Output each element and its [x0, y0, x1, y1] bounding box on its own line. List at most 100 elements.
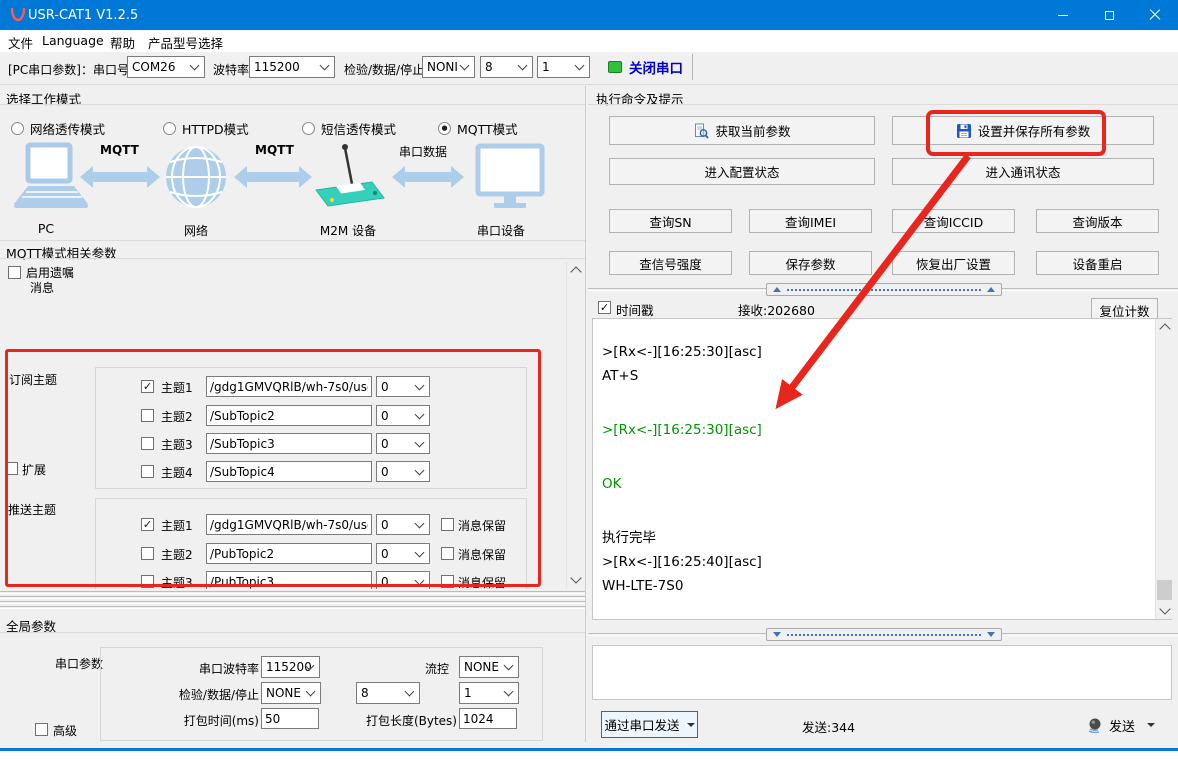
com-port-select[interactable]: COM26: [127, 56, 205, 78]
set-save-all-params-button[interactable]: 设置并保存所有参数: [892, 116, 1154, 145]
chevron-down-icon: [1158, 603, 1171, 615]
pub-topic3-retain-checkbox[interactable]: [441, 575, 454, 588]
global-baud-select[interactable]: 115200: [261, 656, 320, 678]
double-arrow-icon: [80, 166, 464, 188]
extend-label: 扩展: [22, 463, 47, 477]
mqtt-params-scrollbar[interactable]: [566, 262, 584, 588]
send-input-area[interactable]: [592, 645, 1172, 700]
global-stop-bits-select[interactable]: 1: [459, 682, 519, 704]
node-label-serial-device: 串口设备: [476, 224, 525, 238]
sub-topic2-input[interactable]: [206, 405, 372, 426]
data-bits-select[interactable]: 8: [480, 56, 533, 78]
pub-topic-row: ✓ 主题1 0 消息保留: [96, 514, 526, 535]
factory-reset-button[interactable]: 恢复出厂设置: [892, 251, 1015, 275]
sub-topic4-input[interactable]: [206, 461, 372, 482]
caret-down-icon: [1147, 723, 1156, 727]
baud-rate-select[interactable]: 115200: [249, 56, 335, 78]
parity-select[interactable]: NONI: [422, 56, 475, 78]
network-globe-icon: [166, 146, 226, 208]
enter-comm-state-button[interactable]: 进入通讯状态: [892, 158, 1154, 185]
scroll-down-button[interactable]: [567, 571, 584, 588]
subscribe-topic-label: 订阅主题: [9, 373, 58, 387]
sub-topic1-qos-select[interactable]: 0: [376, 376, 430, 397]
radio-icon: [11, 122, 24, 135]
sub-topic3-input[interactable]: [206, 433, 372, 454]
close-port-button[interactable]: 关闭串口: [608, 56, 683, 78]
sub-topic1-input[interactable]: [206, 376, 372, 397]
menu-item-language[interactable]: Language: [42, 33, 104, 48]
pub-topic3-qos-select[interactable]: 0: [376, 571, 430, 589]
pub-topic1-qos-select[interactable]: 0: [376, 514, 430, 535]
pub-topic2-retain-checkbox[interactable]: [441, 547, 454, 560]
sub-topic4-checkbox[interactable]: [141, 465, 154, 478]
query-sn-button[interactable]: 查询SN: [609, 209, 732, 233]
timestamp-checkbox[interactable]: ✓: [598, 301, 611, 314]
menu-item-product-model[interactable]: 产品型号选择: [148, 33, 223, 52]
radio-net-transparent-mode[interactable]: 网络透传模式: [11, 119, 105, 138]
sub-topic3-checkbox[interactable]: [141, 437, 154, 450]
right-splitter-bottom[interactable]: [766, 628, 1002, 641]
scroll-up-button[interactable]: [567, 262, 584, 279]
port-open-led-icon: [608, 61, 622, 73]
extend-checkbox[interactable]: [5, 462, 18, 475]
right-splitter-top[interactable]: [766, 283, 1002, 296]
diagram-bottom-line: [0, 240, 585, 241]
pub-topic2-input[interactable]: [206, 543, 372, 564]
query-signal-button[interactable]: 查信号强度: [609, 251, 732, 275]
pack-length-input[interactable]: [459, 708, 517, 729]
enter-config-state-button[interactable]: 进入配置状态: [609, 158, 875, 185]
sub-topic2-qos-select[interactable]: 0: [376, 405, 430, 426]
pack-time-label: 打包时间(ms): [183, 714, 259, 728]
device-restart-button[interactable]: 设备重启: [1036, 251, 1159, 275]
flow-control-label: 流控: [424, 662, 449, 676]
send-button[interactable]: 发送: [1087, 713, 1172, 737]
left-splitter[interactable]: [0, 591, 585, 609]
maximize-button[interactable]: [1086, 0, 1132, 30]
pub-topic1-retain-checkbox[interactable]: [441, 518, 454, 531]
pub-topic2-qos-select[interactable]: 0: [376, 543, 430, 564]
stop-bits-select[interactable]: 1: [537, 56, 590, 78]
send-via-serial-button[interactable]: 通过串口发送: [601, 711, 698, 738]
sub-topic-row: ✓ 主题1 0: [96, 376, 528, 397]
query-version-button[interactable]: 查询版本: [1036, 209, 1159, 233]
log-scrollbar[interactable]: [1155, 319, 1173, 619]
save-params-button[interactable]: 保存参数: [749, 251, 872, 275]
log-output-area[interactable]: >[Rx<-][16:25:30][asc] AT+S >[Rx<-][16:2…: [592, 318, 1172, 620]
scroll-up-button[interactable]: [1156, 319, 1173, 336]
send-count: 发送:344: [802, 720, 856, 735]
global-parity-select[interactable]: NONE: [261, 682, 321, 704]
pub-topic2-checkbox[interactable]: [141, 547, 154, 560]
sub-topic4-qos-select[interactable]: 0: [376, 461, 430, 482]
close-icon: [1149, 9, 1161, 21]
radio-mqtt-mode[interactable]: ● MQTT模式: [438, 119, 518, 138]
will-message-checkbox[interactable]: [8, 266, 21, 279]
pack-time-input[interactable]: [261, 708, 319, 729]
flow-control-select[interactable]: NONE: [459, 656, 519, 678]
query-imei-button[interactable]: 查询IMEI: [749, 209, 872, 233]
minimize-button[interactable]: [1040, 0, 1086, 30]
pub-topic1-input[interactable]: [206, 514, 372, 535]
sub-topic1-checkbox[interactable]: ✓: [141, 380, 154, 393]
pub-topic3-checkbox[interactable]: [141, 575, 154, 588]
splitter-arrow-down-icon: [987, 632, 995, 637]
close-button[interactable]: [1132, 0, 1178, 30]
query-iccid-button[interactable]: 查询ICCID: [892, 209, 1015, 233]
sub-topic2-checkbox[interactable]: [141, 409, 154, 422]
menu-item-file[interactable]: 文件: [8, 33, 33, 52]
receive-count: 接收:202680: [738, 303, 815, 318]
scroll-down-button[interactable]: [1156, 602, 1173, 619]
splitter-arrow-down-icon: [773, 632, 781, 637]
pub-topic3-input[interactable]: [206, 571, 372, 589]
advanced-checkbox[interactable]: [35, 723, 48, 736]
radio-sms-transparent-mode[interactable]: 短信透传模式: [302, 119, 396, 138]
menu-item-help[interactable]: 帮助: [110, 33, 135, 52]
radio-httpd-mode[interactable]: HTTPD模式: [163, 119, 249, 138]
baud-rate-label: 波特率: [213, 63, 250, 77]
scrollbar-thumb[interactable]: [1157, 580, 1172, 600]
sub-topic-row: 主题3 0: [96, 433, 528, 454]
global-data-bits-select[interactable]: 8: [356, 682, 420, 704]
sub-topic3-qos-select[interactable]: 0: [376, 433, 430, 454]
pub-topic1-checkbox[interactable]: ✓: [141, 518, 154, 531]
get-current-params-button[interactable]: 获取当前参数: [609, 116, 875, 145]
window-title: USR-CAT1 V1.2.5: [28, 7, 139, 23]
